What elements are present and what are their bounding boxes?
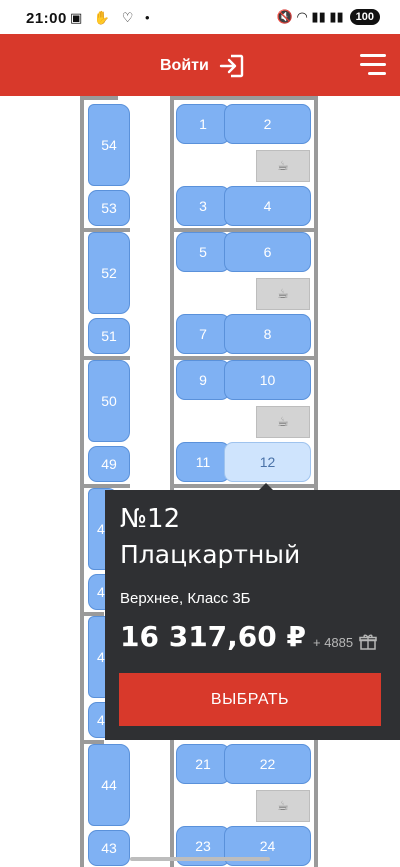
seat-9[interactable]: 9 [176, 360, 230, 400]
seat-side-53[interactable]: 53 [88, 190, 130, 226]
car-wall-aisle [170, 96, 174, 867]
seat-21[interactable]: 21 [176, 744, 230, 784]
seat-side-50[interactable]: 50 [88, 360, 130, 442]
bonus-points: + 4885 [313, 633, 377, 651]
login-button[interactable]: Войти [160, 53, 245, 79]
seat-10[interactable]: 10 [224, 360, 311, 400]
seat-8[interactable]: 8 [224, 314, 311, 354]
seat-22[interactable]: 22 [224, 744, 311, 784]
screen: 21:00 ▣ ✋ ♡ • 🔇 ◠ ▮▮ ▮▮ 100 Войти 54 53 … [0, 0, 400, 867]
home-indicator [130, 857, 270, 861]
notification-icons: ▣ ✋ ♡ • [70, 10, 154, 25]
seat-side-44[interactable]: 44 [88, 744, 130, 826]
seat-4[interactable]: 4 [224, 186, 311, 226]
seat-11[interactable]: 11 [176, 442, 230, 482]
login-label: Войти [160, 57, 209, 74]
seat-2[interactable]: 2 [224, 104, 311, 144]
menu-icon[interactable] [360, 54, 386, 76]
seat-5[interactable]: 5 [176, 232, 230, 272]
seat-3[interactable]: 3 [176, 186, 230, 226]
seat-6[interactable]: 6 [224, 232, 311, 272]
seat-map: 54 53 52 51 50 49 4 4 4 4 44 43 1 2 ☕ 3 … [0, 96, 400, 867]
seat-7[interactable]: 7 [176, 314, 230, 354]
divider [174, 484, 314, 488]
car-wall-right [314, 96, 318, 867]
tea-icon: ☕ [256, 150, 310, 182]
divider [174, 96, 314, 100]
signal-icons: 🔇 ◠ ▮▮ ▮▮ [276, 9, 344, 24]
tea-icon: ☕ [256, 790, 310, 822]
car-wall-left [80, 96, 84, 867]
seat-side-54[interactable]: 54 [88, 104, 130, 186]
login-icon [219, 54, 244, 78]
choose-button[interactable]: ВЫБРАТЬ [119, 673, 381, 726]
seat-12-selected[interactable]: 12 [224, 442, 311, 482]
bonus-value: + 4885 [313, 634, 354, 650]
seat-side-49[interactable]: 49 [88, 446, 130, 482]
tea-icon: ☕ [256, 406, 310, 438]
status-time: 21:00 [26, 10, 67, 27]
seat-class: Верхнее, Класс 3Б [120, 590, 251, 607]
system-icons: 🔇 ◠ ▮▮ ▮▮ 100 [277, 9, 380, 25]
seat-side-52[interactable]: 52 [88, 232, 130, 314]
seat-price: 16 317,60 ₽ [120, 620, 306, 653]
tea-icon: ☕ [256, 278, 310, 310]
seat-1[interactable]: 1 [176, 104, 230, 144]
app-header: Войти [0, 34, 400, 96]
seat-number: №12 [120, 504, 181, 534]
seat-side-51[interactable]: 51 [88, 318, 130, 354]
gift-icon [359, 634, 377, 650]
seat-info-popup: №12 Плацкартный Верхнее, Класс 3Б 16 317… [105, 490, 400, 740]
battery-icon: 100 [349, 9, 380, 25]
car-type: Плацкартный [120, 540, 301, 569]
divider [84, 96, 118, 100]
seat-side-43[interactable]: 43 [88, 830, 130, 866]
